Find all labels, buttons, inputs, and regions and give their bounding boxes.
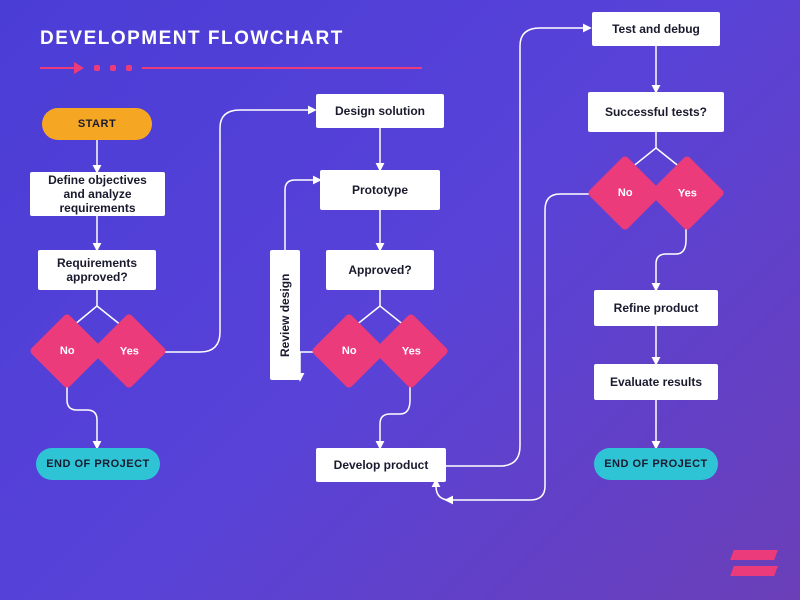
decision-yes: Yes [91,313,167,389]
dot-icon [126,65,132,71]
decision-no-label: No [60,345,75,357]
decision-no-label: No [342,345,357,357]
arrow-right-icon [40,62,84,74]
end-of-project-node-2: END OF PROJECT [594,448,718,480]
end-of-project-node-1: END OF PROJECT [36,448,160,480]
design-solution-node: Design solution [316,94,444,128]
approved-node: Approved? [326,250,434,290]
decision-yes-label: Yes [678,187,697,199]
successful-tests-node: Successful tests? [588,92,724,132]
decision-yes-label: Yes [120,345,139,357]
dot-icon [94,65,100,71]
evaluate-results-node: Evaluate results [594,364,718,400]
requirements-approved-node: Requirements approved? [38,250,156,290]
decision-yes-label: Yes [402,345,421,357]
decorative-divider [40,62,422,74]
review-design-node: Review design [270,250,300,380]
page-title: DEVELOPMENT FLOWCHART [40,28,344,50]
dot-icon [110,65,116,71]
decision-yes: Yes [373,313,449,389]
test-debug-node: Test and debug [592,12,720,46]
decision-no-label: No [618,187,633,199]
refine-product-node: Refine product [594,290,718,326]
define-node: Define objectives and analyze requiremen… [30,172,165,216]
brand-logo-icon [732,544,776,582]
divider-line [142,67,422,69]
decision-yes: Yes [649,155,725,231]
develop-product-node: Develop product [316,448,446,482]
prototype-node: Prototype [320,170,440,210]
start-node: START [42,108,152,140]
